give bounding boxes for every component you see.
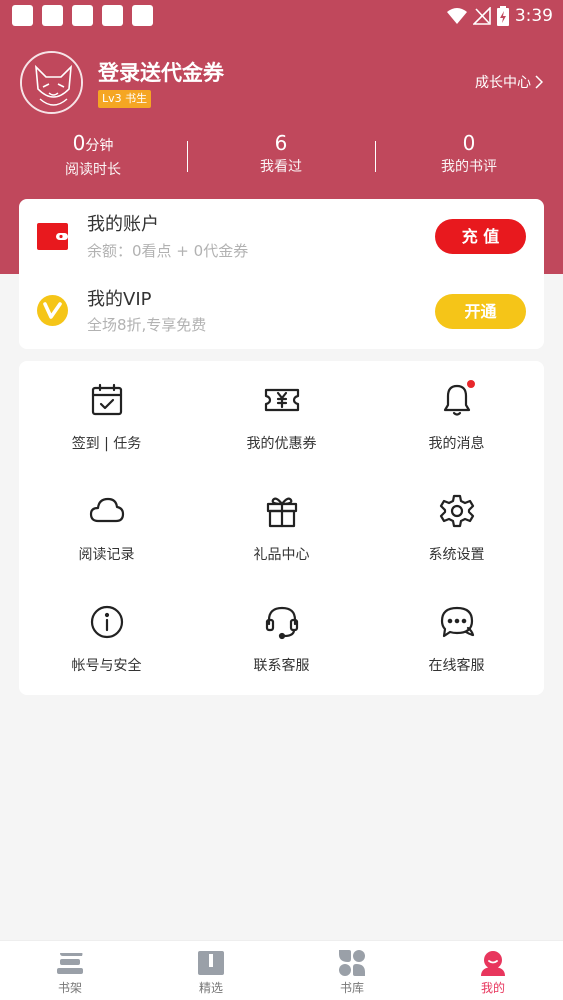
stat-unit: 分钟 — [85, 138, 114, 154]
system-settings-item[interactable]: 系统设置 — [369, 472, 544, 583]
account-title: 我的账户 — [87, 214, 159, 235]
chat-icon — [440, 606, 475, 638]
username[interactable]: 登录送代金券 — [98, 57, 224, 87]
no-signal-icon — [472, 7, 491, 25]
tab-library[interactable]: 书库 — [282, 941, 422, 1000]
info-icon — [90, 605, 124, 639]
my-coupons-item[interactable]: 我的优惠券 — [194, 361, 369, 472]
tab-mine[interactable]: 我的 — [423, 941, 563, 1000]
grid-label: 签到 | 任务 — [71, 436, 142, 452]
calendar-check-icon — [91, 383, 123, 416]
online-service-item[interactable]: 在线客服 — [369, 583, 544, 694]
coupon-icon — [264, 388, 300, 412]
avatar[interactable] — [20, 51, 83, 114]
stat-viewed[interactable]: 6 我看过 — [201, 130, 361, 178]
my-messages-item[interactable]: 我的消息 — [369, 361, 544, 472]
grid-label: 在线客服 — [428, 658, 485, 674]
status-bar: 3:39 — [0, 0, 563, 32]
stat-label: 阅读时长 — [65, 162, 121, 178]
nav-label: 精选 — [198, 981, 223, 995]
growth-center-label: 成长中心 — [475, 75, 531, 91]
library-icon — [339, 950, 365, 976]
gift-icon — [266, 497, 298, 528]
wallet-icon — [37, 223, 68, 250]
chevron-right-icon — [535, 75, 543, 89]
bottom-nav: 书架 精选 书库 我的 — [0, 940, 563, 1000]
wifi-icon — [446, 8, 467, 24]
headset-icon — [265, 606, 299, 640]
notification-icon — [72, 5, 93, 26]
gear-icon — [439, 494, 475, 528]
recharge-button[interactable]: 充 值 — [435, 219, 526, 254]
vip-desc: 全场8折,专享免费 — [87, 316, 207, 334]
status-time: 3:39 — [514, 6, 553, 26]
stat-value: 0 — [462, 131, 476, 155]
tab-bookshelf[interactable]: 书架 — [0, 941, 140, 1000]
feature-grid: 签到 | 任务 我的优惠券 我的消息 阅读记录 礼品中心 系统设置 帐号与安全 … — [19, 361, 544, 695]
stat-label: 我的书评 — [441, 159, 497, 175]
notification-icon — [132, 5, 153, 26]
featured-icon — [198, 951, 224, 975]
cloud-icon — [89, 497, 125, 523]
contact-service-item[interactable]: 联系客服 — [194, 583, 369, 694]
bookshelf-icon — [57, 953, 83, 974]
sign-in-tasks-item[interactable]: 签到 | 任务 — [19, 361, 194, 472]
notification-icon — [42, 5, 63, 26]
grid-label: 系统设置 — [428, 547, 485, 563]
vip-title: 我的VIP — [87, 289, 152, 310]
grid-label: 礼品中心 — [253, 547, 310, 563]
battery-icon — [496, 6, 509, 26]
level-badge: Lv3 书生 — [98, 90, 152, 108]
account-card: 我的账户 余额：0看点 + 0代金券 充 值 我的VIP 全场8折,专享免费 开… — [19, 199, 544, 349]
vip-icon — [37, 295, 68, 326]
nav-label: 我的 — [480, 981, 505, 995]
stat-reading-time[interactable]: 0分钟 阅读时长 — [13, 130, 173, 181]
unread-dot — [467, 380, 475, 388]
nav-label: 书库 — [339, 981, 364, 995]
notification-icon — [12, 5, 33, 26]
stat-label: 我看过 — [260, 159, 302, 175]
vip-row[interactable]: 我的VIP 全场8折,专享免费 开通 — [19, 274, 544, 349]
grid-label: 帐号与安全 — [71, 658, 142, 674]
open-vip-button[interactable]: 开通 — [435, 294, 526, 329]
grid-label: 阅读记录 — [78, 547, 135, 563]
gift-center-item[interactable]: 礼品中心 — [194, 472, 369, 583]
nav-label: 书架 — [57, 981, 82, 995]
grid-label: 我的消息 — [428, 436, 485, 452]
notification-icon — [102, 5, 123, 26]
reading-history-item[interactable]: 阅读记录 — [19, 472, 194, 583]
growth-center-link[interactable]: 成长中心 — [475, 72, 543, 92]
stat-value: 6 — [274, 131, 288, 155]
account-security-item[interactable]: 帐号与安全 — [19, 583, 194, 694]
divider — [375, 141, 376, 172]
divider — [187, 141, 188, 172]
tab-featured[interactable]: 精选 — [141, 941, 281, 1000]
stat-reviews[interactable]: 0 我的书评 — [389, 130, 549, 178]
grid-label: 我的优惠券 — [246, 436, 317, 452]
profile-icon — [481, 951, 505, 976]
stat-value: 0 — [72, 131, 86, 155]
account-row[interactable]: 我的账户 余额：0看点 + 0代金券 充 值 — [19, 199, 544, 274]
account-balance: 余额：0看点 + 0代金券 — [87, 242, 249, 260]
grid-label: 联系客服 — [253, 658, 310, 674]
